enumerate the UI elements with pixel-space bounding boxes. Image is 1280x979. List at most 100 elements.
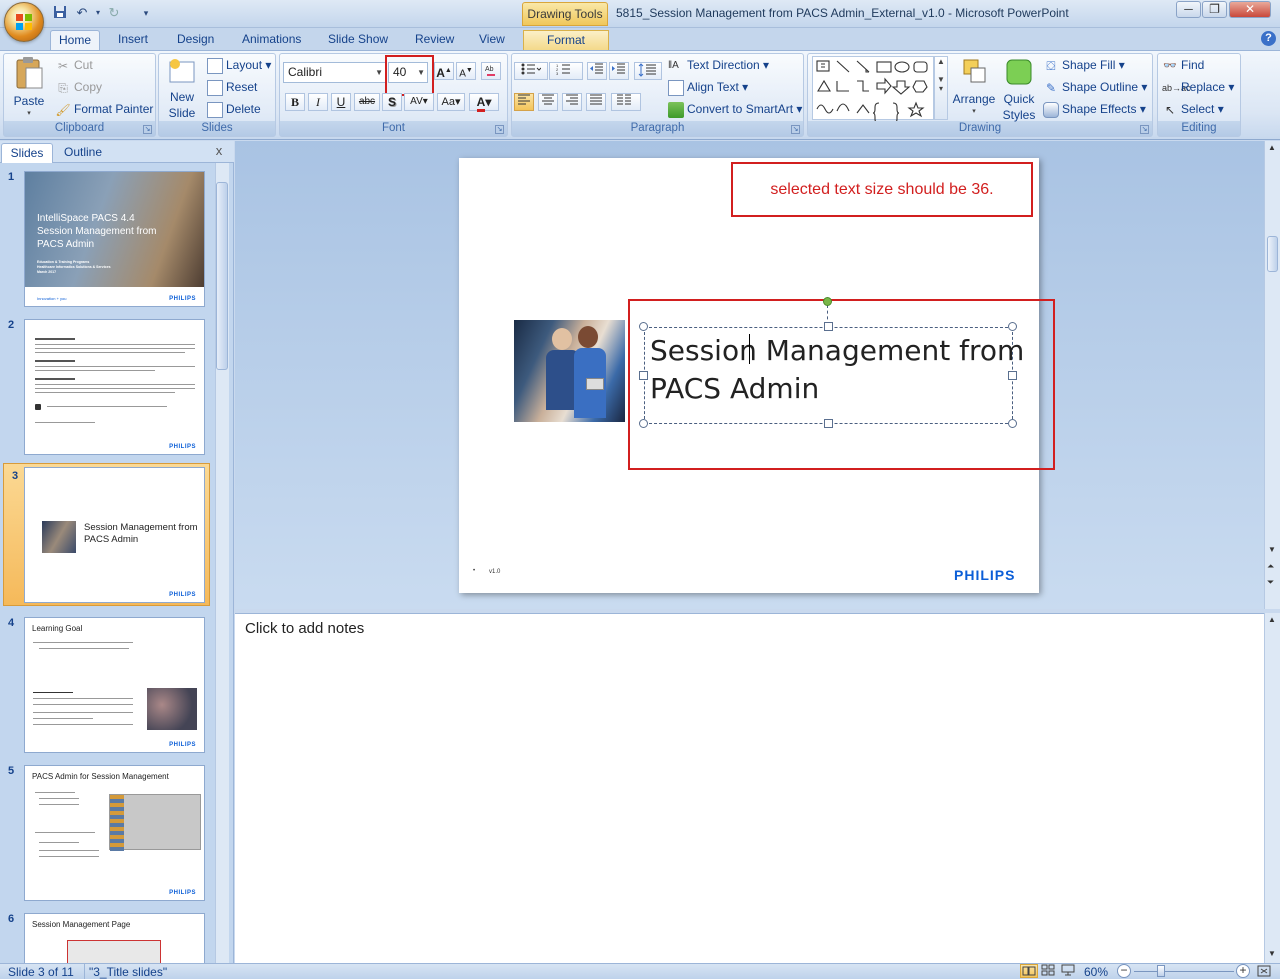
find-button[interactable]: 👓 Find [1162,57,1204,74]
customize-qat-icon[interactable]: ▾ [138,5,154,21]
slide-show-button[interactable] [1060,964,1078,978]
format-painter-button[interactable]: 🖌 Format Painter [55,101,153,118]
align-text-button[interactable]: Align Text ▾ [668,79,748,96]
tab-insert[interactable]: Insert [110,30,156,50]
slide-thumbnail-5[interactable]: 5 PACS Admin for Session Management PHIL… [0,759,214,901]
help-icon[interactable]: ? [1261,31,1276,46]
undo-dropdown-icon[interactable]: ▾ [90,5,106,21]
tab-slides[interactable]: Slides [1,143,53,163]
slide-sorter-button[interactable] [1040,964,1058,978]
clipboard-launcher-icon[interactable]: ↘ [143,125,152,134]
copy-button[interactable]: ⎘ Copy [55,79,102,96]
scroll-down-icon[interactable]: ▼ [1268,949,1276,958]
zoom-slider-thumb[interactable] [1157,965,1165,977]
replace-button[interactable]: ab→acReplace ▾ [1162,79,1234,96]
slide-thumbnail-6[interactable]: 6 Session Management Page [0,907,214,963]
font-launcher-icon[interactable]: ↘ [495,125,504,134]
shapes-gallery[interactable] [812,56,934,124]
decrease-indent-button[interactable] [587,62,607,80]
tab-animations[interactable]: Animations [234,30,309,50]
shape-fill-button[interactable]: ⛋ Shape Fill ▾ [1043,57,1124,74]
zoom-in-icon[interactable]: + [1236,964,1250,978]
increase-indent-button[interactable] [609,62,629,80]
slide-canvas[interactable]: selected text size should be 36. Session… [459,158,1055,593]
tab-review[interactable]: Review [407,30,462,50]
italic-button[interactable]: I [308,93,328,111]
line-spacing-button[interactable] [634,62,662,80]
close-icon[interactable]: x [212,144,226,158]
fit-to-window-button[interactable] [1256,964,1274,978]
notes-placeholder[interactable]: Click to add notes [245,620,364,637]
shape-effects-button[interactable]: Shape Effects ▾ [1043,101,1146,118]
tab-outline[interactable]: Outline [56,143,110,163]
normal-view-button[interactable] [1020,964,1038,978]
tab-format[interactable]: Format [523,30,609,50]
tab-design[interactable]: Design [169,30,222,50]
grow-font-button[interactable]: A▲ [434,62,454,80]
shrink-font-button[interactable]: A▼ [456,62,476,80]
notes-pane[interactable] [235,613,1264,963]
save-icon[interactable] [52,5,68,21]
new-slide-button[interactable]: New Slide [162,56,202,120]
slide-thumbnail-2[interactable]: 2 PHILIPS [0,313,214,455]
layout-button[interactable]: Layout ▾ [207,57,271,74]
arrange-button[interactable]: Arrange ▾ [951,56,997,118]
slide-scroll-thumb[interactable] [1267,236,1278,272]
redo-icon[interactable]: ↻ [106,5,122,21]
scroll-up-icon[interactable]: ▲ [1268,615,1276,624]
drawing-launcher-icon[interactable]: ↘ [1140,125,1149,134]
resize-handle-left[interactable] [639,371,648,380]
resize-handle-bottom-right[interactable] [1008,419,1017,428]
slide-photo[interactable] [514,320,625,422]
paste-button[interactable]: Paste ▾ [8,56,50,118]
character-spacing-button[interactable]: AV▾ [404,93,434,111]
bullets-button[interactable] [514,62,548,80]
resize-handle-top-right[interactable] [1008,322,1017,331]
tab-slide-show[interactable]: Slide Show [320,30,396,50]
scroll-up-icon[interactable]: ▲ [1268,143,1276,152]
align-center-button[interactable] [538,93,558,111]
text-direction-button[interactable]: ‖A Text Direction ▾ [668,57,769,74]
slides-pane-scroll-thumb[interactable] [216,182,228,370]
slide-scrollbar[interactable]: ▲ ▼ ⏶ ⏷ [1264,141,1280,609]
paragraph-launcher-icon[interactable]: ↘ [791,125,800,134]
convert-smartart-button[interactable]: Convert to SmartArt ▾ [668,101,802,118]
next-slide-icon[interactable]: ⏷ [1267,577,1274,587]
cut-button[interactable]: ✂ Cut [55,57,93,74]
numbering-button[interactable]: 123 [549,62,583,80]
clear-formatting-button[interactable]: Ab [481,62,501,80]
previous-slide-icon[interactable]: ⏶ [1267,561,1274,571]
resize-handle-bottom[interactable] [824,419,833,428]
scroll-down-icon[interactable]: ▼ [1268,545,1276,554]
slide-thumbnail-1[interactable]: 1 IntelliSpace PACS 4.4 Session Manageme… [0,165,214,307]
office-button[interactable] [4,2,44,42]
rotation-handle[interactable] [823,297,832,306]
close-button[interactable]: ✕ [1229,1,1271,18]
font-name-combo[interactable]: Calibri ▼ [283,62,386,83]
zoom-level[interactable]: 60% [1084,965,1108,979]
underline-button[interactable]: U [331,93,351,111]
title-textbox[interactable]: Session Management from PACS Admin [644,327,1024,424]
maximize-button[interactable]: ❐ [1202,1,1227,18]
slide-thumbnail-3[interactable]: 3 Session Management from PACS Admin PHI… [3,463,210,606]
quick-styles-button[interactable]: Quick Styles [998,56,1040,122]
align-left-button[interactable] [514,93,534,111]
slide-thumbnail-4[interactable]: 4 Learning Goal PHILIPS [0,611,214,753]
minimize-button[interactable]: ─ [1176,1,1201,18]
resize-handle-right[interactable] [1008,371,1017,380]
shadow-button[interactable]: S [382,93,402,111]
reset-button[interactable]: Reset [207,79,257,96]
resize-handle-top[interactable] [824,322,833,331]
resize-handle-top-left[interactable] [639,322,648,331]
tab-home[interactable]: Home [50,30,100,50]
justify-button[interactable] [586,93,606,111]
change-case-button[interactable]: Aa▾ [437,93,465,111]
columns-button[interactable] [611,93,641,111]
tab-view[interactable]: View [471,30,513,50]
bold-button[interactable]: B [285,93,305,111]
notes-scrollbar[interactable]: ▲ ▼ [1264,613,1280,963]
select-button[interactable]: ↖ Select ▾ [1162,101,1224,118]
delete-button[interactable]: Delete [207,101,261,118]
zoom-slider-track[interactable] [1134,971,1234,972]
slide-title-text[interactable]: Session Management from PACS Admin [650,332,1024,408]
